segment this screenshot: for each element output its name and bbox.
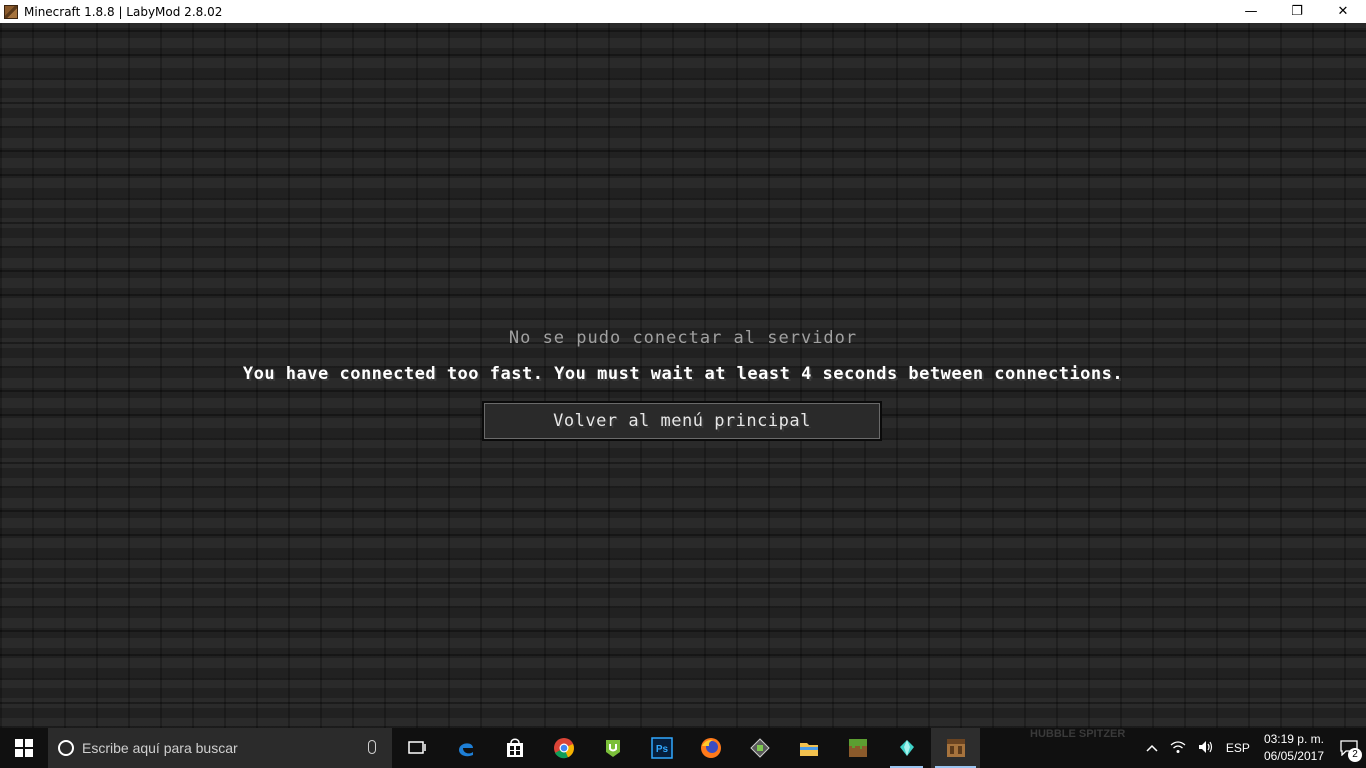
window-title-bar[interactable]: Minecraft 1.8.8 | LabyMod 2.8.02 — ❐ ✕	[0, 0, 1366, 23]
disconnect-reason: You have connected too fast. You must wa…	[242, 364, 1124, 384]
clock-time: 03:19 p. m.	[1263, 732, 1324, 746]
show-hidden-icons-chevron-icon[interactable]	[1140, 741, 1164, 755]
notification-count-badge: 2	[1348, 748, 1362, 762]
photoshop-button[interactable]: Ps	[637, 728, 686, 768]
minecraft-app-icon	[4, 4, 18, 19]
minecraft-button[interactable]	[931, 728, 980, 768]
diamond-icon	[899, 740, 914, 756]
game-screen: No se pudo conectar al servidor You have…	[0, 23, 1366, 728]
system-tray: ESP 03:19 p. m. 06/05/2017 2	[1140, 728, 1366, 768]
disconnect-title: No se pudo conectar al servidor	[508, 328, 858, 348]
taskbar-search[interactable]: Escribe aquí para buscar	[48, 728, 392, 768]
task-view-button[interactable]	[392, 728, 441, 768]
volume-icon[interactable]	[1192, 740, 1220, 757]
firefox-button[interactable]	[686, 728, 735, 768]
task-view-icon	[407, 741, 426, 754]
app-icon	[749, 738, 770, 758]
microphone-icon[interactable]	[368, 740, 376, 754]
wifi-icon[interactable]	[1164, 740, 1192, 757]
minecraft-grass-icon	[848, 739, 867, 757]
close-button[interactable]: ✕	[1320, 0, 1366, 23]
window-title: Minecraft 1.8.8 | LabyMod 2.8.02	[24, 4, 223, 19]
start-button[interactable]	[0, 728, 48, 768]
utorrent-button[interactable]	[588, 728, 637, 768]
search-placeholder: Escribe aquí para buscar	[82, 740, 238, 756]
clock[interactable]: 03:19 p. m. 06/05/2017	[1256, 731, 1332, 765]
window-controls: — ❐ ✕	[1228, 0, 1366, 23]
minecraft-grass-button[interactable]	[833, 728, 882, 768]
taskbar-apps: Ps	[392, 728, 980, 768]
edge-icon	[458, 743, 473, 757]
maximize-button[interactable]: ❐	[1274, 0, 1320, 23]
chrome-icon	[553, 738, 574, 759]
clock-date: 06/05/2017	[1263, 749, 1324, 763]
photoshop-icon: Ps	[650, 737, 673, 759]
app-button[interactable]	[735, 728, 784, 768]
input-language[interactable]: ESP	[1220, 741, 1256, 755]
diamond-button[interactable]	[882, 728, 931, 768]
wallpaper-text: HUBBLE SPITZER	[1030, 728, 1126, 740]
svg-text:Ps: Ps	[655, 744, 668, 755]
cortana-icon	[58, 740, 74, 756]
minecraft-crafting-icon	[946, 739, 965, 757]
chrome-button[interactable]	[539, 728, 588, 768]
windows-icon	[15, 739, 33, 757]
store-icon	[506, 738, 523, 757]
store-button[interactable]	[490, 728, 539, 768]
file-explorer-button[interactable]	[784, 728, 833, 768]
edge-button[interactable]	[441, 728, 490, 768]
back-to-main-menu-button[interactable]: Volver al menú principal	[482, 401, 882, 441]
minimize-button[interactable]: —	[1228, 0, 1274, 23]
action-center-button[interactable]: 2	[1332, 728, 1366, 768]
file-explorer-icon	[799, 743, 818, 756]
utorrent-icon	[605, 740, 620, 757]
firefox-icon	[700, 738, 721, 758]
